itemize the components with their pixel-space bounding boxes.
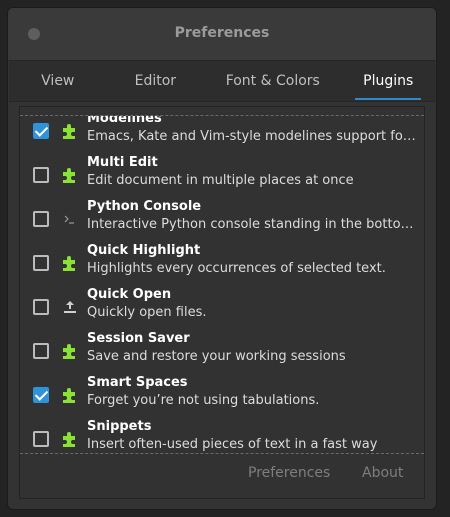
plugin-name: Modelines: [87, 115, 162, 126]
puzzle-icon: [63, 388, 75, 403]
plugin-row-modelines[interactable]: Modelines Emacs, Kate and Vim-style mode…: [20, 115, 424, 155]
plugin-name: Session Saver: [87, 331, 190, 346]
tab-font-colors[interactable]: Font & Colors: [204, 61, 341, 101]
plugin-row-quick-open[interactable]: Quick Open Quickly open files.: [20, 287, 424, 331]
preferences-window: Preferences View Editor Font & Colors Pl…: [7, 7, 437, 510]
plugin-name: Quick Highlight: [87, 243, 201, 258]
titlebar: Preferences: [8, 8, 436, 60]
puzzle-icon: [63, 168, 75, 183]
plugin-description: Highlights every occurrences of selected…: [87, 261, 386, 276]
plugin-name: Snippets: [87, 419, 152, 434]
plugin-checkbox[interactable]: [33, 211, 49, 227]
tab-plugins[interactable]: Plugins: [341, 61, 435, 101]
plugin-row-python-console[interactable]: Python Console Interactive Python consol…: [20, 199, 424, 243]
tab-bar: View Editor Font & Colors Plugins: [9, 60, 435, 102]
plugin-description: Edit document in multiple places at once: [87, 173, 354, 188]
plugin-name: Python Console: [87, 199, 202, 214]
plugin-row-snippets[interactable]: Snippets Insert often-used pieces of tex…: [20, 419, 424, 453]
plugin-checkbox[interactable]: [33, 299, 49, 315]
tab-view[interactable]: View: [9, 61, 107, 101]
plugin-footer: Preferences About: [20, 450, 424, 498]
puzzle-icon: [63, 344, 75, 359]
plugin-name: Multi Edit: [87, 155, 158, 170]
plugin-list[interactable]: Modelines Emacs, Kate and Vim-style mode…: [20, 115, 424, 454]
plugin-description: Quickly open files.: [87, 305, 207, 320]
plugin-description: Emacs, Kate and Vim-style modelines supp…: [87, 129, 420, 144]
plugin-description: Interactive Python console standing in t…: [87, 217, 420, 232]
puzzle-icon: [63, 124, 75, 139]
plugin-about-button[interactable]: About: [362, 465, 403, 481]
plugin-checkbox[interactable]: [33, 431, 49, 447]
plugin-row-smart-spaces[interactable]: Smart Spaces Forget you’re not using tab…: [20, 375, 424, 419]
plugin-row-multi-edit[interactable]: Multi Edit Edit document in multiple pla…: [20, 155, 424, 199]
puzzle-icon: [63, 432, 75, 447]
plugin-row-quick-highlight[interactable]: Quick Highlight Highlights every occurre…: [20, 243, 424, 287]
window-title: Preferences: [174, 25, 270, 41]
plugin-preferences-button[interactable]: Preferences: [248, 465, 330, 481]
puzzle-icon: [63, 256, 75, 271]
terminal-icon: [64, 215, 74, 224]
plugin-checkbox[interactable]: [33, 387, 49, 403]
plugins-panel: Modelines Emacs, Kate and Vim-style mode…: [19, 106, 425, 499]
plugin-checkbox[interactable]: [33, 167, 49, 183]
plugin-checkbox[interactable]: [33, 343, 49, 359]
upload-icon: [64, 301, 76, 313]
plugin-name: Quick Open: [87, 287, 172, 302]
tab-editor[interactable]: Editor: [107, 61, 205, 101]
plugin-checkbox[interactable]: [33, 123, 49, 139]
plugin-checkbox[interactable]: [33, 255, 49, 271]
plugin-description: Forget you’re not using tabulations.: [87, 393, 320, 408]
plugin-description: Save and restore your working sessions: [87, 349, 346, 364]
plugin-name: Smart Spaces: [87, 375, 188, 390]
plugin-row-session-saver[interactable]: Session Saver Save and restore your work…: [20, 331, 424, 375]
